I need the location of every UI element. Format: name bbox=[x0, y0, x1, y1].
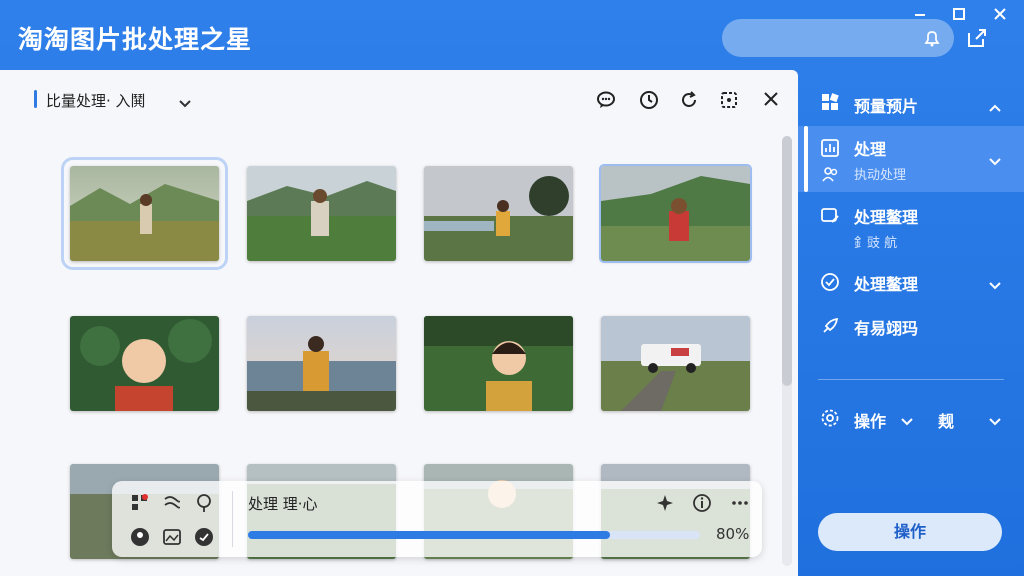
close-panel-icon[interactable] bbox=[762, 90, 782, 110]
info-icon[interactable] bbox=[692, 493, 712, 513]
sidebar: 预量预片 处理 执动处理 处理鳌理 釒豉 航 处理鳌理 有易翊玛 操作 觌 操作 bbox=[798, 70, 1024, 576]
active-indicator bbox=[804, 126, 808, 192]
thumbnail[interactable] bbox=[424, 166, 573, 261]
sidebar-item-label: 处理鳌理 bbox=[854, 208, 919, 227]
wave-icon[interactable] bbox=[162, 493, 182, 513]
chevron-up-icon[interactable] bbox=[988, 98, 1002, 117]
thumbnail[interactable] bbox=[601, 316, 750, 411]
clock-icon[interactable] bbox=[639, 90, 659, 110]
sidebar-item-label: 处理鳌理 bbox=[854, 275, 919, 294]
thumbnail[interactable] bbox=[247, 166, 396, 261]
thumbnail[interactable] bbox=[247, 316, 396, 411]
processing-status: 处理 理·心 bbox=[248, 495, 318, 513]
search-bar[interactable] bbox=[722, 19, 954, 57]
sidebar-item-label: 有易翊玛 bbox=[854, 319, 919, 338]
image-icon[interactable] bbox=[162, 527, 182, 547]
rocket-icon bbox=[820, 316, 840, 340]
gear-icon bbox=[820, 408, 840, 432]
balloon-icon[interactable] bbox=[194, 493, 214, 513]
progress-fill bbox=[248, 531, 610, 539]
processing-bar: 处理 理·心 80% bbox=[112, 481, 762, 557]
sidebar-item-process[interactable]: 处理 执动处理 bbox=[798, 126, 1024, 192]
app-title: 淘淘图片批处理之星 bbox=[18, 25, 253, 54]
scrollbar-thumb[interactable] bbox=[782, 136, 792, 386]
ops-right-label: 觌 bbox=[938, 412, 955, 431]
thumbnail[interactable] bbox=[599, 164, 752, 263]
refresh-icon[interactable] bbox=[679, 90, 699, 110]
sidebar-header[interactable]: 预量预片 bbox=[798, 84, 1024, 124]
progress-percent: 80% bbox=[716, 525, 750, 543]
edit-icon bbox=[820, 206, 840, 230]
check-circle-icon bbox=[820, 272, 840, 296]
app-window: 淘淘图片批处理之星 比量处理· 入鬨 处理 理·心 80% 预量预片 处理 执动… bbox=[0, 0, 1024, 576]
chevron-down-icon[interactable] bbox=[988, 276, 1002, 295]
sidebar-item-sublabel: 执动处理 bbox=[854, 168, 907, 183]
chevron-down-icon[interactable] bbox=[988, 412, 1002, 431]
thumbnail[interactable] bbox=[61, 157, 228, 270]
chevron-down-icon[interactable] bbox=[988, 152, 1002, 171]
close-icon[interactable] bbox=[994, 8, 1006, 24]
sidebar-item-manage[interactable]: 处理鳌理 釒豉 航 bbox=[798, 200, 1024, 256]
chevron-down-icon[interactable] bbox=[178, 94, 192, 113]
users-icon bbox=[820, 164, 840, 188]
thumbnail[interactable] bbox=[70, 316, 219, 411]
sidebar-item-launch[interactable]: 有易翊玛 bbox=[798, 310, 1024, 346]
apps-icon bbox=[820, 92, 840, 116]
sparkle-icon[interactable] bbox=[655, 493, 675, 513]
divider bbox=[232, 491, 233, 547]
chat-icon[interactable] bbox=[596, 90, 616, 110]
batch-label: 比量处理· 入鬨 bbox=[46, 92, 146, 110]
sidebar-header-label: 预量预片 bbox=[854, 97, 919, 116]
operate-button[interactable]: 操作 bbox=[818, 513, 1002, 551]
user-avatar-icon[interactable] bbox=[130, 527, 150, 547]
sidebar-item-label: 处理 bbox=[854, 140, 887, 159]
share-icon[interactable] bbox=[966, 27, 988, 53]
sidebar-ops-row[interactable]: 操作 觌 bbox=[798, 404, 1024, 440]
progress-bar bbox=[248, 531, 700, 539]
chevron-down-icon[interactable] bbox=[900, 412, 914, 431]
panel-toolbar: 比量处理· 入鬨 bbox=[0, 70, 798, 128]
thumbnail[interactable] bbox=[424, 316, 573, 411]
sidebar-item-settings[interactable]: 处理鳌理 bbox=[798, 266, 1024, 302]
ops-left-label: 操作 bbox=[854, 412, 887, 431]
badge-icon[interactable] bbox=[194, 527, 214, 547]
grid-icon[interactable] bbox=[130, 493, 150, 513]
bell-icon[interactable] bbox=[922, 28, 942, 52]
toolbar-accent bbox=[34, 90, 37, 108]
more-icon[interactable] bbox=[730, 493, 750, 513]
content-panel: 比量处理· 入鬨 处理 理·心 80% bbox=[0, 70, 798, 576]
vertical-scrollbar[interactable] bbox=[782, 136, 792, 566]
sidebar-item-sublabel: 釒豉 航 bbox=[854, 236, 898, 251]
dashboard-icon bbox=[820, 138, 840, 162]
puzzle-icon[interactable] bbox=[719, 90, 739, 110]
sidebar-divider bbox=[818, 379, 1004, 380]
maximize-icon[interactable] bbox=[953, 8, 965, 24]
